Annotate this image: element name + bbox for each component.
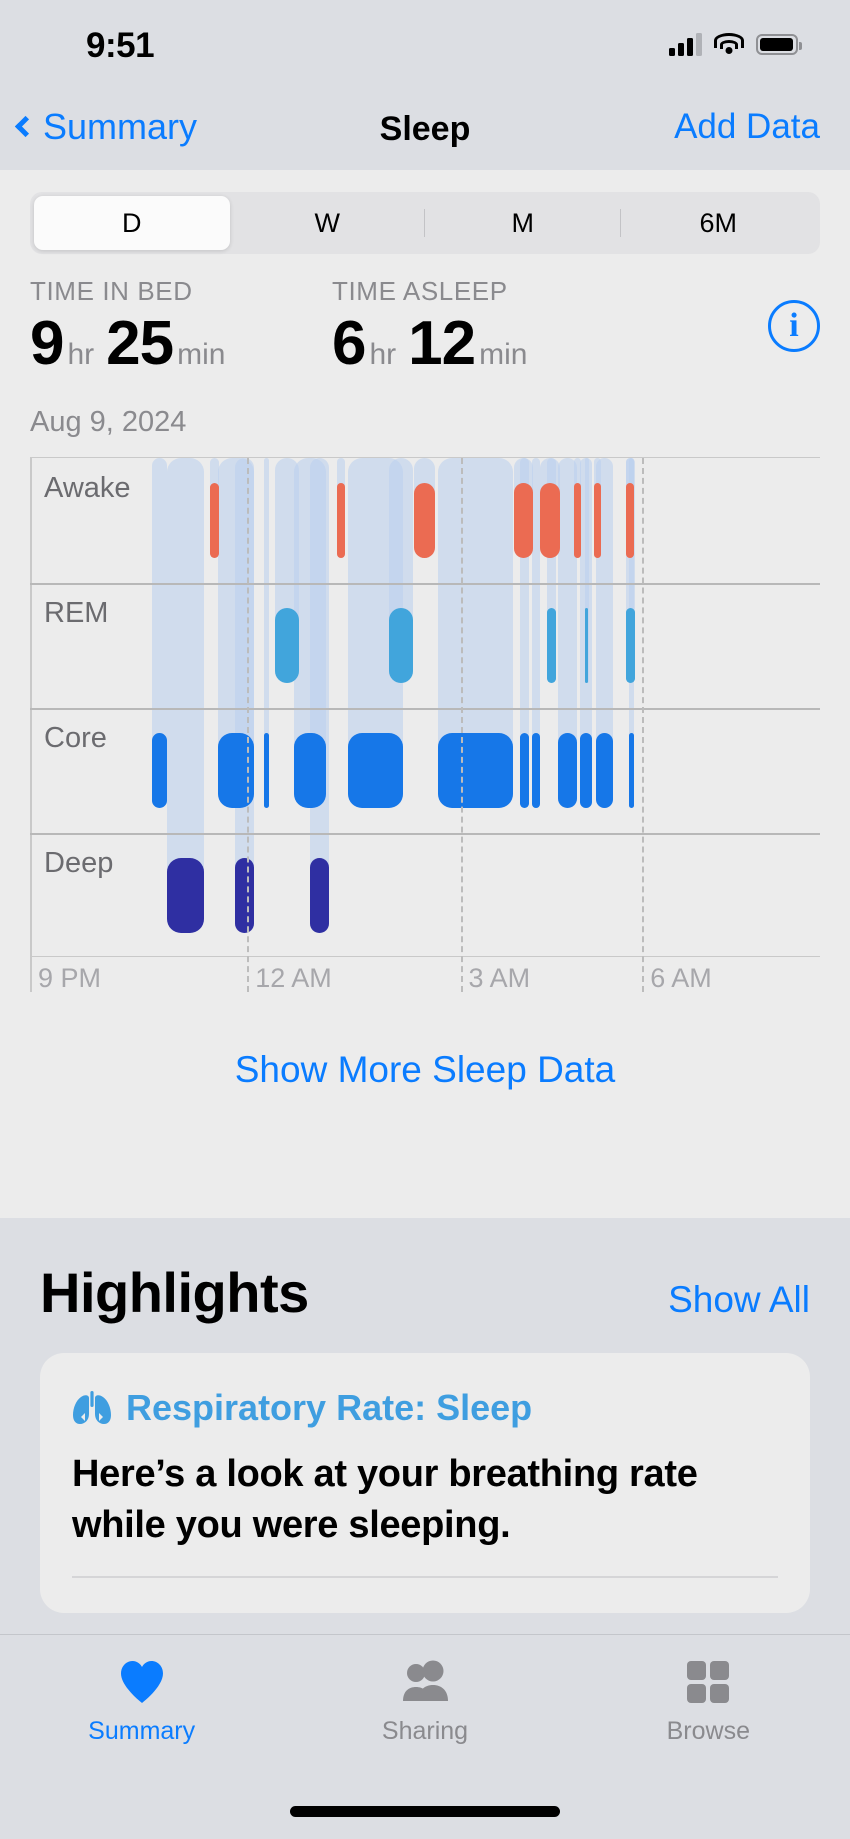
x-tick-label: 3 AM (468, 963, 531, 993)
stat-time-asleep: TIME ASLEEP 6 hr 12 min (332, 276, 539, 375)
sleep-stage-bar-core[interactable] (293, 733, 327, 808)
sleep-stage-bar-rem[interactable] (274, 608, 299, 683)
grid-icon (686, 1657, 730, 1707)
sleep-stage-bar-deep[interactable] (167, 858, 204, 933)
segment-month[interactable]: M (425, 196, 621, 250)
people-icon (399, 1657, 451, 1707)
band-separator (30, 583, 820, 585)
time-in-bed-label: TIME IN BED (30, 276, 193, 306)
band-label-awake: Awake (44, 472, 131, 504)
sleep-stage-bar-awake[interactable] (413, 483, 436, 558)
sleep-stage-bar-awake[interactable] (210, 483, 219, 558)
sleep-stage-bar-deep[interactable] (309, 858, 329, 933)
band-label-rem: REM (44, 597, 109, 629)
sleep-stage-bar-rem[interactable] (546, 608, 557, 683)
time-range-segmented-control[interactable]: D W M 6M (30, 192, 820, 254)
sleep-stats: TIME IN BED 9 hr 25 min TIME ASLEEP 6 hr… (30, 276, 820, 406)
add-data-button[interactable]: Add Data (674, 107, 820, 147)
wifi-icon (714, 33, 744, 55)
tab-sharing-label: Sharing (381, 1717, 469, 1745)
band-label-deep: Deep (44, 847, 114, 879)
time-in-bed-hours-unit: hr (67, 338, 95, 371)
status-bar: 9:51 (0, 0, 850, 88)
chart-date-label: Aug 9, 2024 (30, 406, 187, 438)
navigation-bar: Summary Sleep Add Data (0, 88, 850, 170)
tab-browse-label: Browse (666, 1717, 750, 1745)
highlight-card-body: Here’s a look at your breathing rate whi… (72, 1453, 698, 1547)
x-tick-label: 12 AM (255, 963, 332, 993)
heart-icon (119, 1657, 165, 1707)
time-asleep-hours-unit: hr (369, 338, 397, 371)
chart-series-layer (30, 458, 820, 956)
phone-screen: 9:51 Summary Sleep Add Data D W M 6M TIM… (0, 0, 850, 1839)
time-in-bed-minutes-unit: min (177, 338, 226, 371)
band-separator (30, 708, 820, 710)
highlight-card-respiratory-rate[interactable]: Respiratory Rate: Sleep Here’s a look at… (40, 1353, 810, 1613)
sleep-stage-bar-awake[interactable] (594, 483, 602, 558)
time-in-bed-minutes: 25 (106, 309, 174, 378)
segment-week[interactable]: W (230, 196, 426, 250)
sleep-stage-bar-awake[interactable] (574, 483, 581, 558)
time-asleep-hours: 6 (332, 309, 366, 378)
sleep-stage-bar-core[interactable] (437, 733, 514, 808)
chart-plot-area: Awake REM Core Deep (30, 457, 820, 992)
band-separator (30, 833, 820, 835)
sleep-stage-bar-rem[interactable] (584, 608, 589, 683)
info-circle-icon[interactable]: i (768, 300, 820, 352)
sleep-stage-bar-core[interactable] (151, 733, 168, 808)
cellular-signal-icon (669, 32, 702, 56)
home-indicator (290, 1806, 560, 1817)
sleep-stage-bar-core[interactable] (557, 733, 577, 808)
band-label-core: Core (44, 722, 107, 754)
highlights-header: Highlights Show All (40, 1218, 810, 1325)
sleep-stage-bar-core[interactable] (628, 733, 634, 808)
chart-x-axis: 9 PM 12 AM 3 AM 6 AM (30, 957, 820, 1003)
sleep-stage-bar-core[interactable] (595, 733, 613, 808)
sleep-stage-bar-rem[interactable] (389, 608, 414, 683)
battery-icon (756, 33, 802, 55)
sleep-stage-bar-deep[interactable] (235, 858, 255, 933)
card-divider (72, 1575, 778, 1578)
stat-time-in-bed: TIME IN BED 9 hr 25 min (30, 276, 237, 375)
show-more-sleep-data-button[interactable]: Show More Sleep Data (30, 1049, 820, 1091)
highlight-card-header: Respiratory Rate: Sleep (72, 1387, 778, 1429)
main-content: D W M 6M TIME IN BED 9 hr 25 min TIME AS… (0, 170, 850, 1634)
time-asleep-label: TIME ASLEEP (332, 276, 508, 306)
sleep-stage-bar-awake[interactable] (539, 483, 561, 558)
segment-day[interactable]: D (34, 196, 230, 250)
highlight-card-category: Respiratory Rate: Sleep (126, 1387, 533, 1428)
sleep-stage-bar-core[interactable] (579, 733, 593, 808)
time-asleep-minutes: 12 (408, 309, 476, 378)
highlights-section: Highlights Show All Respiratory Rate: Sl… (0, 1218, 850, 1634)
chart-gridline (460, 458, 463, 992)
tab-summary-label: Summary (88, 1717, 196, 1745)
sleep-stage-bar-core[interactable] (263, 733, 270, 808)
x-tick-label: 9 PM (38, 963, 102, 993)
time-asleep-value: 6 hr 12 min (332, 313, 539, 375)
lungs-icon (73, 1391, 111, 1424)
tab-summary[interactable]: Summary (0, 1635, 283, 1839)
sleep-stage-bar-core[interactable] (519, 733, 530, 808)
sleep-stage-bar-awake[interactable] (336, 483, 346, 558)
tab-bar: Summary Sharing Browse (0, 1634, 850, 1839)
sleep-stage-bar-awake[interactable] (625, 483, 634, 558)
sleep-stage-bar-rem[interactable] (625, 608, 636, 683)
status-indicators (669, 32, 802, 56)
time-asleep-minutes-unit: min (479, 338, 528, 371)
highlights-title: Highlights (40, 1261, 309, 1324)
time-in-bed-value: 9 hr 25 min (30, 313, 237, 375)
chart-gridline (247, 458, 250, 992)
status-time: 9:51 (86, 26, 155, 65)
sleep-stage-bar-core[interactable] (347, 733, 403, 808)
segment-six-month[interactable]: 6M (621, 196, 817, 250)
chart-gridline (642, 458, 645, 992)
x-tick-label: 6 AM (650, 963, 712, 993)
time-in-bed-hours: 9 (30, 309, 64, 378)
show-all-button[interactable]: Show All (668, 1279, 810, 1321)
tab-browse[interactable]: Browse (567, 1635, 850, 1839)
sleep-stage-bar-core[interactable] (532, 733, 541, 808)
sleep-stage-bar-awake[interactable] (514, 483, 534, 558)
sleep-stages-chart[interactable]: Awake REM Core Deep 9 PM 12 AM 3 AM 6 AM Show … (30, 457, 820, 1091)
